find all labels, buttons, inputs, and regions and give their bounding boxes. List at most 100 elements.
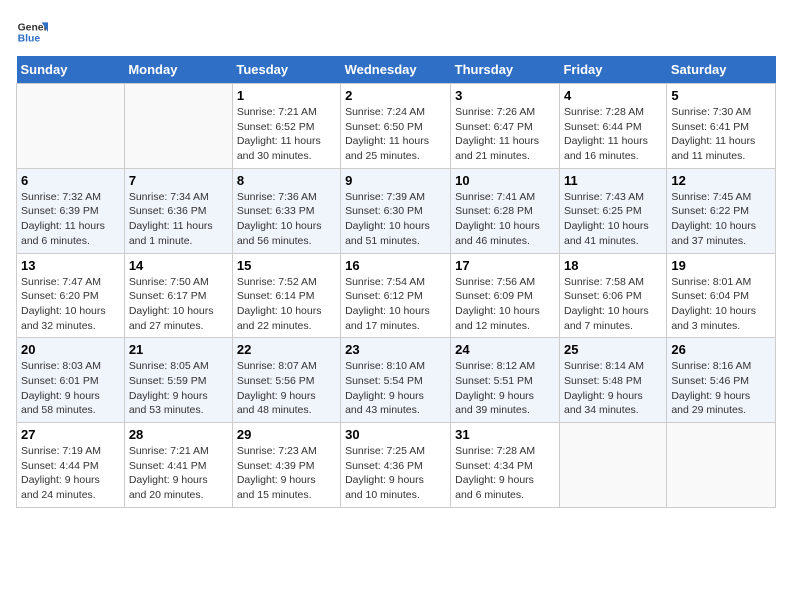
day-info: Sunrise: 8:07 AM Sunset: 5:56 PM Dayligh…: [237, 359, 336, 418]
day-number: 12: [671, 173, 771, 188]
calendar-cell: 26 Sunrise: 8:16 AM Sunset: 5:46 PM Dayli…: [667, 338, 776, 423]
calendar-cell: 25 Sunrise: 8:14 AM Sunset: 5:48 PM Dayli…: [559, 338, 666, 423]
calendar-cell: 21 Sunrise: 8:05 AM Sunset: 5:59 PM Dayli…: [124, 338, 232, 423]
day-number: 19: [671, 258, 771, 273]
calendar-cell: 2 Sunrise: 7:24 AM Sunset: 6:50 PM Daylig…: [341, 84, 451, 169]
day-number: 9: [345, 173, 446, 188]
calendar-cell: 14 Sunrise: 7:50 AM Sunset: 6:17 PM Dayli…: [124, 253, 232, 338]
calendar-week-row: 27 Sunrise: 7:19 AM Sunset: 4:44 PM Dayli…: [17, 423, 776, 508]
calendar-cell: [559, 423, 666, 508]
day-number: 20: [21, 342, 120, 357]
calendar-cell: 17 Sunrise: 7:56 AM Sunset: 6:09 PM Dayli…: [451, 253, 560, 338]
day-info: Sunrise: 7:24 AM Sunset: 6:50 PM Dayligh…: [345, 105, 446, 164]
day-number: 10: [455, 173, 555, 188]
day-info: Sunrise: 7:50 AM Sunset: 6:17 PM Dayligh…: [129, 275, 228, 334]
day-number: 27: [21, 427, 120, 442]
day-info: Sunrise: 7:47 AM Sunset: 6:20 PM Dayligh…: [21, 275, 120, 334]
day-header-wednesday: Wednesday: [341, 56, 451, 84]
day-info: Sunrise: 7:45 AM Sunset: 6:22 PM Dayligh…: [671, 190, 771, 249]
calendar-week-row: 13 Sunrise: 7:47 AM Sunset: 6:20 PM Dayli…: [17, 253, 776, 338]
day-info: Sunrise: 8:10 AM Sunset: 5:54 PM Dayligh…: [345, 359, 446, 418]
day-number: 18: [564, 258, 662, 273]
calendar-cell: 6 Sunrise: 7:32 AM Sunset: 6:39 PM Daylig…: [17, 168, 125, 253]
day-info: Sunrise: 7:25 AM Sunset: 4:36 PM Dayligh…: [345, 444, 446, 503]
day-number: 17: [455, 258, 555, 273]
day-info: Sunrise: 7:30 AM Sunset: 6:41 PM Dayligh…: [671, 105, 771, 164]
svg-text:Blue: Blue: [18, 34, 41, 45]
calendar-cell: 7 Sunrise: 7:34 AM Sunset: 6:36 PM Daylig…: [124, 168, 232, 253]
day-info: Sunrise: 7:56 AM Sunset: 6:09 PM Dayligh…: [455, 275, 555, 334]
page-header: General Blue: [16, 16, 776, 48]
calendar-cell: 5 Sunrise: 7:30 AM Sunset: 6:41 PM Daylig…: [667, 84, 776, 169]
calendar-cell: [667, 423, 776, 508]
day-info: Sunrise: 7:23 AM Sunset: 4:39 PM Dayligh…: [237, 444, 336, 503]
calendar-cell: 13 Sunrise: 7:47 AM Sunset: 6:20 PM Dayli…: [17, 253, 125, 338]
day-number: 8: [237, 173, 336, 188]
day-info: Sunrise: 7:54 AM Sunset: 6:12 PM Dayligh…: [345, 275, 446, 334]
calendar-header-row: SundayMondayTuesdayWednesdayThursdayFrid…: [17, 56, 776, 84]
calendar-cell: 1 Sunrise: 7:21 AM Sunset: 6:52 PM Daylig…: [232, 84, 340, 169]
day-number: 24: [455, 342, 555, 357]
day-number: 25: [564, 342, 662, 357]
day-info: Sunrise: 7:43 AM Sunset: 6:25 PM Dayligh…: [564, 190, 662, 249]
day-number: 4: [564, 88, 662, 103]
day-number: 2: [345, 88, 446, 103]
day-info: Sunrise: 7:28 AM Sunset: 4:34 PM Dayligh…: [455, 444, 555, 503]
day-info: Sunrise: 8:01 AM Sunset: 6:04 PM Dayligh…: [671, 275, 771, 334]
day-info: Sunrise: 8:14 AM Sunset: 5:48 PM Dayligh…: [564, 359, 662, 418]
calendar-week-row: 6 Sunrise: 7:32 AM Sunset: 6:39 PM Daylig…: [17, 168, 776, 253]
calendar-cell: 15Sunrise: 7:52 AM Sunset: 6:14 PM Dayli…: [232, 253, 340, 338]
calendar-cell: 30 Sunrise: 7:25 AM Sunset: 4:36 PM Dayli…: [341, 423, 451, 508]
day-info: Sunrise: 7:19 AM Sunset: 4:44 PM Dayligh…: [21, 444, 120, 503]
calendar-week-row: 1 Sunrise: 7:21 AM Sunset: 6:52 PM Daylig…: [17, 84, 776, 169]
calendar-cell: 27 Sunrise: 7:19 AM Sunset: 4:44 PM Dayli…: [17, 423, 125, 508]
day-info: Sunrise: 7:52 AM Sunset: 6:14 PM Dayligh…: [237, 275, 336, 334]
day-header-tuesday: Tuesday: [232, 56, 340, 84]
day-number: 28: [129, 427, 228, 442]
day-info: Sunrise: 7:28 AM Sunset: 6:44 PM Dayligh…: [564, 105, 662, 164]
day-header-thursday: Thursday: [451, 56, 560, 84]
day-number: 16: [345, 258, 446, 273]
day-info: Sunrise: 8:05 AM Sunset: 5:59 PM Dayligh…: [129, 359, 228, 418]
day-info: Sunrise: 7:36 AM Sunset: 6:33 PM Dayligh…: [237, 190, 336, 249]
calendar-cell: [124, 84, 232, 169]
day-number: 29: [237, 427, 336, 442]
day-number: 6: [21, 173, 120, 188]
logo: General Blue: [16, 16, 48, 48]
day-number: 21: [129, 342, 228, 357]
day-info: Sunrise: 7:21 AM Sunset: 6:52 PM Dayligh…: [237, 105, 336, 164]
calendar-cell: 29 Sunrise: 7:23 AM Sunset: 4:39 PM Dayli…: [232, 423, 340, 508]
day-number: 5: [671, 88, 771, 103]
calendar-cell: 22Sunrise: 8:07 AM Sunset: 5:56 PM Dayli…: [232, 338, 340, 423]
day-number: 30: [345, 427, 446, 442]
calendar-cell: 9 Sunrise: 7:39 AM Sunset: 6:30 PM Daylig…: [341, 168, 451, 253]
day-number: 23: [345, 342, 446, 357]
calendar-cell: 4 Sunrise: 7:28 AM Sunset: 6:44 PM Daylig…: [559, 84, 666, 169]
day-number: 1: [237, 88, 336, 103]
day-number: 7: [129, 173, 228, 188]
calendar-cell: 28 Sunrise: 7:21 AM Sunset: 4:41 PM Dayli…: [124, 423, 232, 508]
calendar-table: SundayMondayTuesdayWednesdayThursdayFrid…: [16, 56, 776, 508]
calendar-cell: 3Sunrise: 7:26 AM Sunset: 6:47 PM Daylig…: [451, 84, 560, 169]
calendar-cell: 10Sunrise: 7:41 AM Sunset: 6:28 PM Dayli…: [451, 168, 560, 253]
day-header-sunday: Sunday: [17, 56, 125, 84]
day-info: Sunrise: 8:03 AM Sunset: 6:01 PM Dayligh…: [21, 359, 120, 418]
calendar-cell: 18Sunrise: 7:58 AM Sunset: 6:06 PM Dayli…: [559, 253, 666, 338]
day-number: 13: [21, 258, 120, 273]
calendar-cell: 20 Sunrise: 8:03 AM Sunset: 6:01 PM Dayli…: [17, 338, 125, 423]
day-number: 26: [671, 342, 771, 357]
calendar-cell: 19 Sunrise: 8:01 AM Sunset: 6:04 PM Dayli…: [667, 253, 776, 338]
calendar-cell: 23 Sunrise: 8:10 AM Sunset: 5:54 PM Dayli…: [341, 338, 451, 423]
calendar-cell: 12 Sunrise: 7:45 AM Sunset: 6:22 PM Dayli…: [667, 168, 776, 253]
day-info: Sunrise: 7:39 AM Sunset: 6:30 PM Dayligh…: [345, 190, 446, 249]
day-info: Sunrise: 7:32 AM Sunset: 6:39 PM Dayligh…: [21, 190, 120, 249]
day-info: Sunrise: 7:21 AM Sunset: 4:41 PM Dayligh…: [129, 444, 228, 503]
day-header-monday: Monday: [124, 56, 232, 84]
day-info: Sunrise: 7:34 AM Sunset: 6:36 PM Dayligh…: [129, 190, 228, 249]
calendar-cell: 16 Sunrise: 7:54 AM Sunset: 6:12 PM Dayli…: [341, 253, 451, 338]
day-info: Sunrise: 8:16 AM Sunset: 5:46 PM Dayligh…: [671, 359, 771, 418]
day-info: Sunrise: 7:26 AM Sunset: 6:47 PM Dayligh…: [455, 105, 555, 164]
calendar-cell: [17, 84, 125, 169]
day-number: 14: [129, 258, 228, 273]
calendar-cell: 11Sunrise: 7:43 AM Sunset: 6:25 PM Dayli…: [559, 168, 666, 253]
